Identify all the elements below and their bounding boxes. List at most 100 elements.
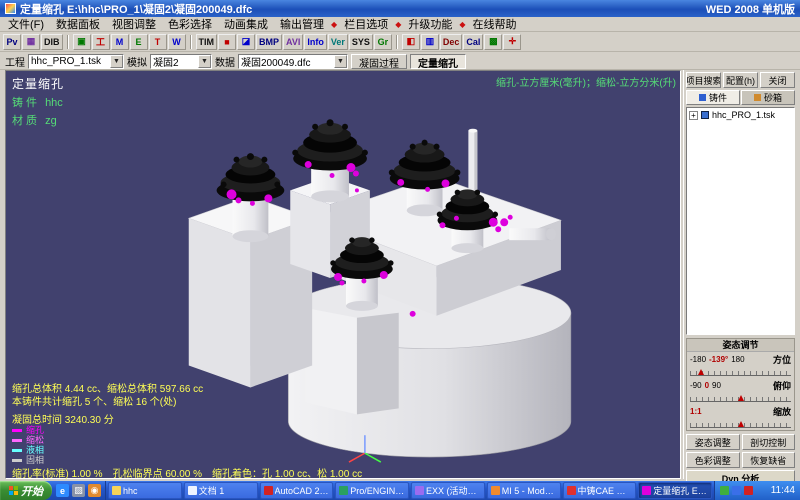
exx-icon [415,486,424,495]
toolbar-separator [67,35,69,49]
azimuth-max: 180 [731,355,744,364]
color-adjust-button[interactable]: 色彩调整 [686,452,740,468]
pitch-slider[interactable] [690,393,791,402]
tab-sandbox[interactable]: 砂箱 [741,90,795,105]
window-title: 定量缩孔 E:\hhc\PRO_1\凝固2\凝固200049.dfc [20,1,702,17]
toolbar-button-tim[interactable]: TIM [196,34,218,50]
viewport-title: 定量缩孔 [12,75,64,92]
chevron-down-icon[interactable]: ▼ [110,55,123,68]
tray-icon-volume[interactable] [744,486,753,495]
legend-label: 液相 [26,445,44,455]
toolbar-button-pv[interactable]: Pv [3,34,21,50]
zoom-label: 缩放 [773,405,791,418]
solidification-process-button[interactable]: 凝固过程 [351,54,407,69]
sandbox-tab-icon [754,94,761,101]
toolbar-leftbox-icon[interactable]: ◧ [402,34,420,50]
menu-help[interactable]: 在线帮助 [467,17,523,31]
ie-browser-icon[interactable]: e [56,484,69,497]
toolbar-halfsquare-icon[interactable]: ◪ [237,34,255,50]
restore-default-button[interactable]: 恢复缺省 [742,452,796,468]
toolbar-tool-icon[interactable]: 工 [92,34,110,50]
menu-column-options[interactable]: 栏目选项 [338,17,394,31]
quantitative-shrinkage-button[interactable]: 定量缩孔 [410,54,466,69]
data-combobox[interactable]: 凝固200049.dfc ▼ [238,54,348,69]
menu-color-select[interactable]: 色彩选择 [162,17,218,31]
toolbar-button-avi[interactable]: AVI [283,34,303,50]
tree-item-project[interactable]: + hhc_PRO_1.tsk [689,110,792,120]
toolbar-button-e[interactable]: E [130,34,148,50]
legend-swatch-liquid [12,449,22,452]
toolbar-grid-icon[interactable]: ▦ [22,34,40,50]
menu-file[interactable]: 文件(F) [2,17,50,31]
project-search-button[interactable]: 项目搜索 [686,72,721,88]
toolbar-button-info[interactable]: Info [304,34,327,50]
toolbar-button-sys[interactable]: SYS [349,34,373,50]
tray-icon-antivirus[interactable] [720,486,729,495]
azimuth-slider-pointer[interactable] [698,369,704,375]
shrinkage-icon [642,486,651,495]
casting-label: 铸 件 [12,97,37,109]
azimuth-slider[interactable] [690,367,791,376]
toolbar-square-icon[interactable]: ■ [218,34,236,50]
toolbar-button-m[interactable]: M [111,34,129,50]
task-shrinkage-active[interactable]: 定量缩孔 E:\h... [638,482,712,499]
tab-label: 铸件 [709,91,727,104]
toolbar-button-gr[interactable]: Gr [374,34,392,50]
shrinkage-stats: 缩孔总体积 4.44 cc、缩松总体积 597.66 cc 本铸件共计缩孔 5 … [12,383,203,409]
toolbar-button-dib[interactable]: DIB [41,34,63,50]
toolbar-button-ver[interactable]: Ver [328,34,348,50]
project-combobox[interactable]: hhc_PRO_1.tsk ▼ [28,54,124,69]
zoom-slider[interactable] [690,419,791,428]
toolbar-button-bmp[interactable]: BMP [256,34,282,50]
close-panel-button[interactable]: 关闭 [760,72,795,88]
tree-expander-icon[interactable]: + [689,111,698,120]
zoom-slider-pointer[interactable] [738,421,744,427]
toolbar-button-dec[interactable]: Dec [440,34,463,50]
posture-adjust-button[interactable]: 姿态调整 [686,434,740,450]
toolbar-lines-icon[interactable]: ▥ [421,34,439,50]
units-note: 缩孔-立方厘米(毫升)；缩松-立方分米(升) [496,74,676,89]
tray-icon-network[interactable] [732,486,741,495]
casting-value: hhc [45,97,63,109]
stats-line-2: 本铸件共计缩孔 5 个、缩松 16 个(处) [12,396,203,409]
toolbar-cross-icon[interactable]: ✛ [503,34,521,50]
task-modeling[interactable]: MI 5 - Modeling [487,482,561,499]
toolbar-button-w[interactable]: W [168,34,186,50]
chevron-down-icon[interactable]: ▼ [198,55,211,68]
start-button[interactable]: 开始 [0,481,52,500]
toolbar-panel-icon[interactable]: ▣ [73,34,91,50]
project-tree[interactable]: + hhc_PRO_1.tsk [686,107,795,335]
toolbar-button-t[interactable]: T [149,34,167,50]
task-proengineer[interactable]: Pro/ENGINEER Wil... [335,482,409,499]
folder-icon [112,486,121,495]
task-cae[interactable]: 中铸CAE 铸造工艺... [563,482,637,499]
simulation-combobox-value: 凝固2 [153,54,196,69]
autocad-icon [264,486,273,495]
pitch-min: -90 [690,381,702,390]
azimuth-slider-block: -180 -139° 180 方位 [687,352,794,378]
tab-casting[interactable]: 铸件 [686,90,740,105]
menu-animation[interactable]: 动画集成 [218,17,274,31]
menu-view-adjust[interactable]: 视图调整 [106,17,162,31]
panel-tabs: 铸件 砂箱 [686,90,795,105]
media-player-icon[interactable]: ◉ [88,484,101,497]
toolbar-hatch-icon[interactable]: ▩ [484,34,502,50]
simulation-combobox[interactable]: 凝固2 ▼ [150,54,212,69]
config-button[interactable]: 配置(h) [723,72,758,88]
legend: 缩孔 缩松 液相 固相 [12,425,44,465]
task-exx[interactable]: EXX (活动的) - P... [411,482,485,499]
task-hhc[interactable]: hhc [108,482,182,499]
title-bar[interactable]: 定量缩孔 E:\hhc\PRO_1\凝固2\凝固200049.dfc WED 2… [0,0,800,17]
task-document[interactable]: 文档 1 [184,482,258,499]
pitch-slider-pointer[interactable] [738,395,744,401]
task-autocad[interactable]: AutoCAD 2006 - [... [260,482,334,499]
show-desktop-icon[interactable]: ▨ [72,484,85,497]
toolbar-button-cal[interactable]: Cal [463,34,483,50]
chevron-down-icon[interactable]: ▼ [334,55,347,68]
section-control-button[interactable]: 剖切控制 [742,434,796,450]
start-label: 开始 [21,483,43,499]
viewport-3d[interactable]: 定量缩孔 铸 件hhc 材 质zg 缩孔-立方厘米(毫升)；缩松-立方分米(升)… [5,70,681,479]
menu-upgrade[interactable]: 升级功能 [402,17,458,31]
menu-data-panel[interactable]: 数据面板 [50,17,106,31]
menu-output[interactable]: 输出管理 [274,17,330,31]
